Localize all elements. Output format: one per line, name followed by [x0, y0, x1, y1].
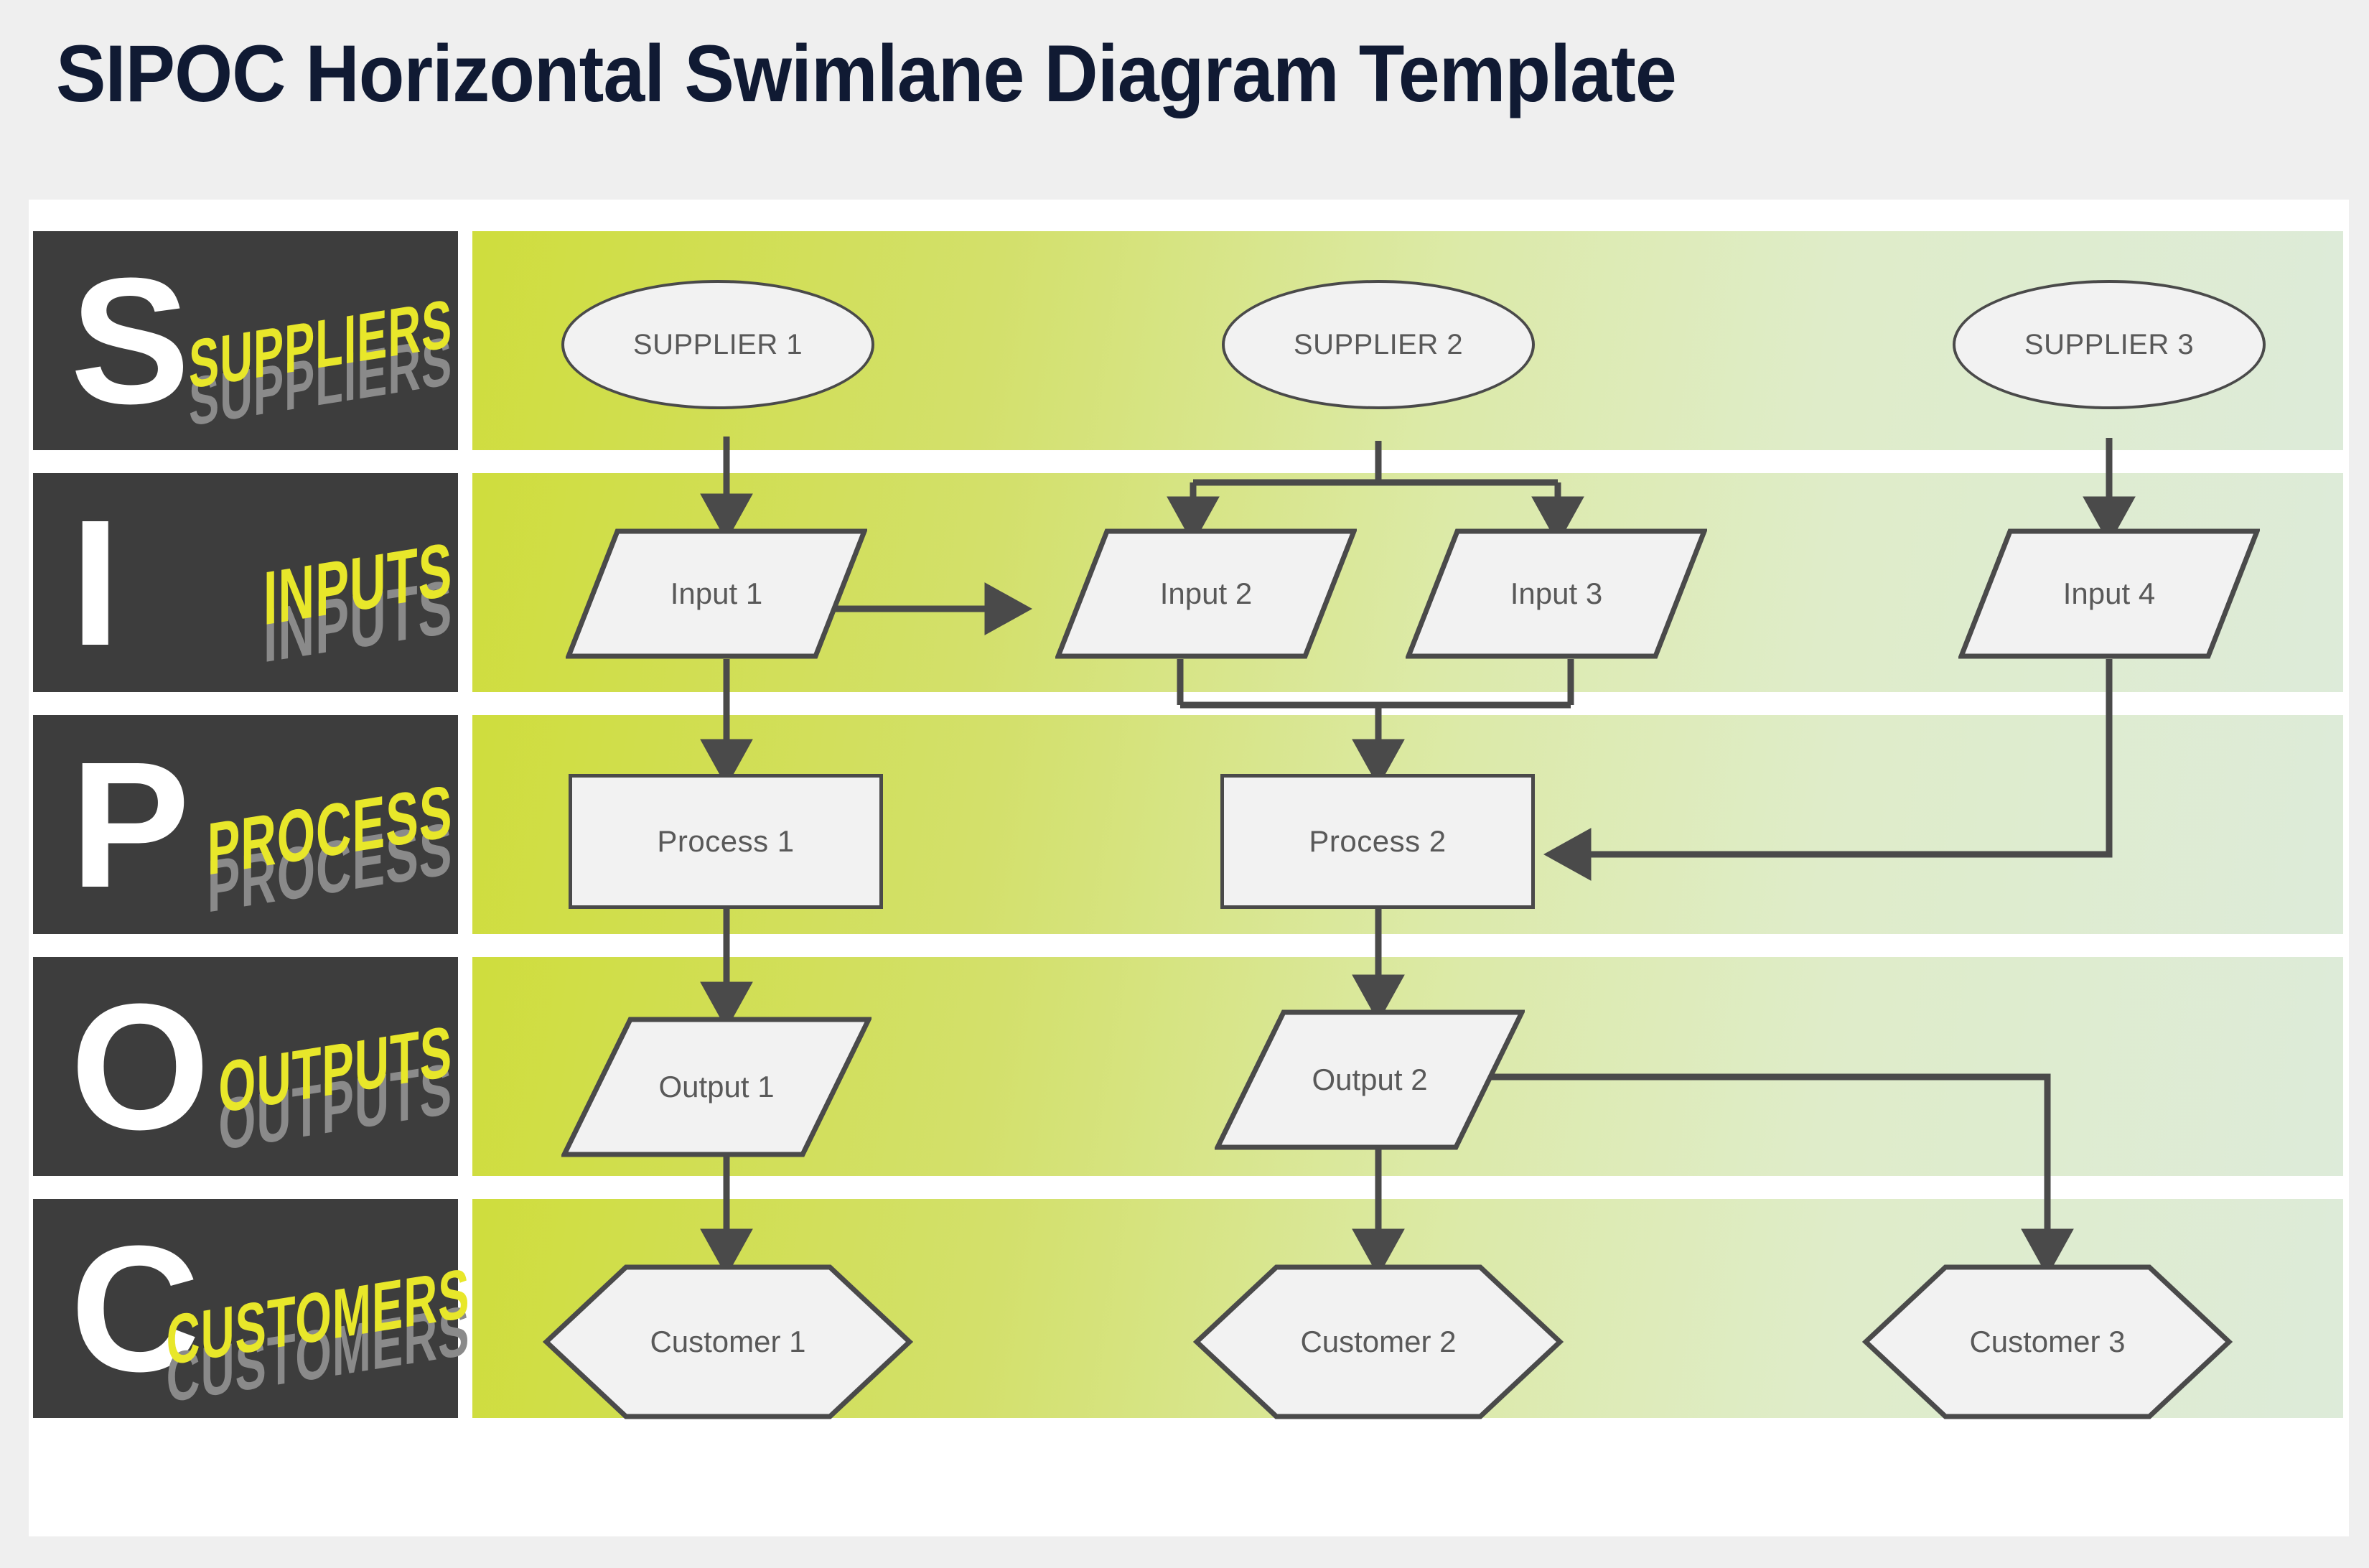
node-output-2-label: Output 2: [1312, 1063, 1428, 1096]
node-output-2[interactable]: Output 2: [1215, 1009, 1525, 1150]
diagram-board: S SUPPLIERS SUPPLIERS I INPUTS INPUTS P …: [29, 200, 2349, 1536]
node-supplier-2[interactable]: SUPPLIER 2: [1222, 280, 1535, 409]
lane-word-customers: CUSTOMERS CUSTOMERS: [132, 1253, 469, 1417]
node-input-2[interactable]: Input 2: [1055, 528, 1357, 659]
node-input-2-label: Input 2: [1159, 577, 1253, 610]
node-input-3-label: Input 3: [1510, 577, 1603, 610]
node-process-2[interactable]: Process 2: [1220, 774, 1535, 909]
node-customer-2[interactable]: Customer 2: [1193, 1264, 1564, 1420]
node-customer-3-label: Customer 3: [1969, 1325, 2126, 1358]
node-customer-1[interactable]: Customer 1: [543, 1264, 913, 1420]
lane-word-process: PROCESS PROCESS: [115, 768, 452, 928]
node-input-4-label: Input 4: [2062, 577, 2156, 610]
lane-word-outputs: OUTPUTS OUTPUTS: [115, 1011, 452, 1166]
node-customer-1-label: Customer 1: [650, 1325, 806, 1358]
lane-letter-i: I: [70, 482, 121, 683]
node-output-1-label: Output 1: [658, 1070, 775, 1103]
node-input-3[interactable]: Input 3: [1406, 528, 1707, 659]
node-input-1-label: Input 1: [670, 577, 763, 610]
lane-word-suppliers: SUPPLIERS SUPPLIERS: [115, 286, 452, 441]
swimlane-outputs: O OUTPUTS OUTPUTS: [29, 957, 2349, 1176]
lane-label-outputs: O OUTPUTS OUTPUTS: [33, 957, 458, 1176]
lane-label-customers: C CUSTOMERS CUSTOMERS: [33, 1199, 469, 1418]
node-supplier-3[interactable]: SUPPLIER 3: [1953, 280, 2266, 409]
lane-word-inputs: INPUTS INPUTS: [115, 526, 452, 678]
node-input-4[interactable]: Input 4: [1958, 528, 2260, 659]
node-process-1[interactable]: Process 1: [569, 774, 883, 909]
lane-label-process: P PROCESS PROCESS: [33, 715, 458, 934]
lane-label-suppliers: S SUPPLIERS SUPPLIERS: [33, 231, 458, 450]
node-supplier-1[interactable]: SUPPLIER 1: [561, 280, 874, 409]
swimlane-process: P PROCESS PROCESS: [29, 715, 2349, 934]
lane-label-inputs: I INPUTS INPUTS: [33, 473, 458, 692]
node-output-1[interactable]: Output 1: [561, 1017, 872, 1157]
node-customer-2-label: Customer 2: [1300, 1325, 1457, 1358]
page-title: SIPOC Horizontal Swimlane Diagram Templa…: [56, 29, 1677, 118]
node-customer-3[interactable]: Customer 3: [1862, 1264, 2233, 1420]
node-input-1[interactable]: Input 1: [566, 528, 867, 659]
